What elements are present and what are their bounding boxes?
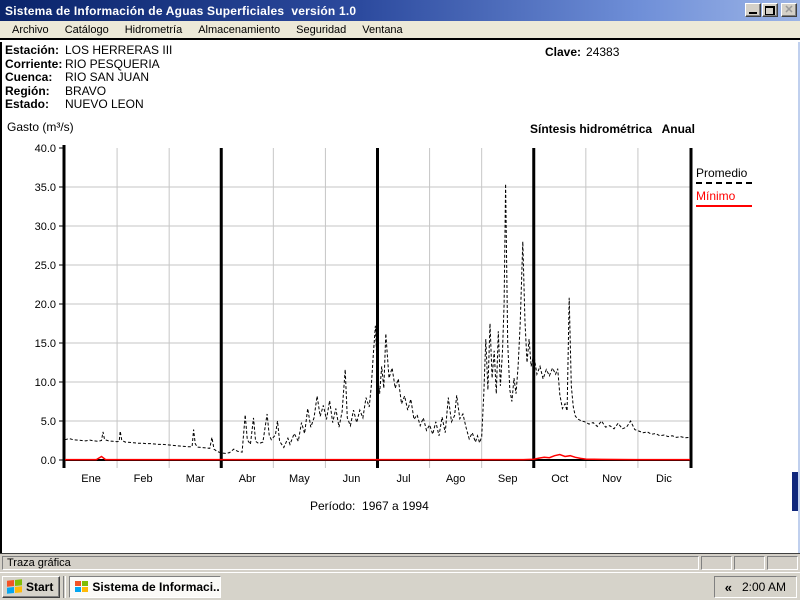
status-panel-1 xyxy=(701,556,732,570)
station-field-value: LOS HERRERAS III xyxy=(65,44,172,58)
menu-item-hidrometria[interactable]: Hidrometría xyxy=(117,22,190,38)
status-panel-3 xyxy=(767,556,798,570)
client-area xyxy=(0,42,800,553)
station-field-label: Estado: xyxy=(5,98,65,112)
y-axis-title: Gasto (m³/s) xyxy=(7,120,74,134)
window-controls: ✕ xyxy=(745,3,797,17)
station-field-label: Cuenca: xyxy=(5,71,65,85)
status-message-panel: Traza gráfica xyxy=(2,556,699,570)
app-icon xyxy=(75,581,88,593)
station-info-row: Estación:LOS HERRERAS III xyxy=(5,44,172,58)
legend-line-sample xyxy=(696,182,752,184)
station-field-label: Corriente: xyxy=(5,58,65,72)
title-bar: Sistema de Información de Aguas Superfic… xyxy=(0,0,800,21)
legend-label: Promedio xyxy=(696,166,766,180)
status-text: Traza gráfica xyxy=(7,557,71,569)
chart-legend: Promedio Mínimo xyxy=(696,166,766,212)
tray-chevron-button[interactable]: « xyxy=(725,580,732,595)
station-field-label: Estación: xyxy=(5,44,65,58)
taskbar-task-label: Sistema de Informaci... xyxy=(92,580,221,594)
restore-button[interactable] xyxy=(762,3,778,17)
station-field-value: RIO SAN JUAN xyxy=(65,71,149,85)
legend-item-minimo: Mínimo xyxy=(696,189,766,207)
window-title: Sistema de Información de Aguas Superfic… xyxy=(5,4,356,18)
menu-item-ventana[interactable]: Ventana xyxy=(354,22,410,38)
station-key-value: 24383 xyxy=(586,45,619,59)
station-field-value: NUEVO LEON xyxy=(65,98,144,112)
station-field-label: Región: xyxy=(5,85,65,99)
station-info-row: Corriente:RIO PESQUERIA xyxy=(5,58,172,72)
taskbar-task-button[interactable]: Sistema de Informaci... xyxy=(69,576,221,598)
legend-item-promedio: Promedio xyxy=(696,166,766,184)
menu-bar: ArchivoCatálogoHidrometríaAlmacenamiento… xyxy=(0,21,800,40)
window-right-border xyxy=(792,472,798,511)
chart-title: Síntesis hidrométrica Anual xyxy=(530,122,695,136)
taskbar-divider xyxy=(63,576,66,598)
tray-clock: 2:00 AM xyxy=(742,580,786,594)
taskbar: Start Sistema de Informaci... « 2:00 AM xyxy=(0,572,800,600)
start-button[interactable]: Start xyxy=(2,576,60,598)
start-button-label: Start xyxy=(26,580,53,594)
station-info-row: Estado:NUEVO LEON xyxy=(5,98,172,112)
station-info: Estación:LOS HERRERAS IIICorriente:RIO P… xyxy=(5,44,172,112)
restore-icon xyxy=(765,6,775,15)
chart-period: Período: 1967 a 1994 xyxy=(310,499,429,513)
station-info-row: Cuenca:RIO SAN JUAN xyxy=(5,71,172,85)
minimize-button[interactable] xyxy=(745,3,761,17)
menu-item-catalogo[interactable]: Catálogo xyxy=(57,22,117,38)
station-field-value: BRAVO xyxy=(65,85,106,99)
status-bar: Traza gráfica xyxy=(0,553,800,572)
system-tray: « 2:00 AM xyxy=(714,576,797,598)
status-panel-2 xyxy=(734,556,765,570)
close-icon: ✕ xyxy=(784,5,793,15)
legend-line-sample xyxy=(696,205,752,207)
close-button[interactable]: ✕ xyxy=(781,3,797,17)
windows-logo-icon xyxy=(7,579,22,595)
station-key: Clave: 24383 xyxy=(545,45,619,59)
menu-item-almacenamiento[interactable]: Almacenamiento xyxy=(190,22,288,38)
legend-label: Mínimo xyxy=(696,189,766,203)
station-info-row: Región:BRAVO xyxy=(5,85,172,99)
menu-item-archivo[interactable]: Archivo xyxy=(4,22,57,38)
minimize-icon xyxy=(749,12,757,14)
station-field-value: RIO PESQUERIA xyxy=(65,58,160,72)
desktop: Sistema de Información de Aguas Superfic… xyxy=(0,0,800,600)
menu-item-seguridad[interactable]: Seguridad xyxy=(288,22,354,38)
station-key-label: Clave: xyxy=(545,45,581,59)
